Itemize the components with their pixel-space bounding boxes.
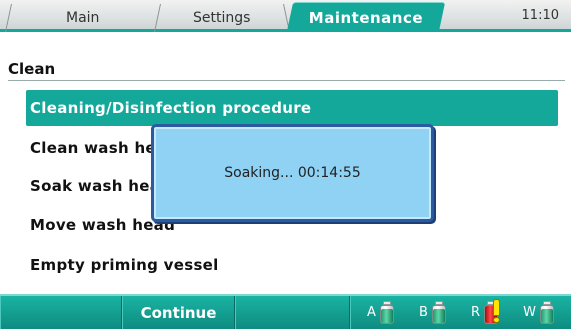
bottle-r-label: R [470,305,481,320]
bottle-w-label: W [523,305,536,320]
tab-maintenance[interactable]: Maintenance [286,2,446,32]
soaking-dialog: Soaking... 00:14:55 [151,124,434,222]
bottle-a-label: A [367,305,376,320]
tab-main-label: Main [66,10,100,26]
bottle-icon [379,300,395,325]
clock: 11:10 [521,8,559,23]
menu-item-label: Cleaning/Disinfection procedure [30,99,312,117]
bottle-status: A B R W [350,296,571,329]
bottle-icon [431,300,447,325]
tab-settings[interactable]: Settings [154,4,290,32]
dialog-message: Soaking... 00:14:55 [224,165,361,181]
tab-main[interactable]: Main [5,4,161,32]
bottle-b: B [419,300,447,325]
bottle-b-label: B [419,305,428,320]
bottle-a: A [367,300,395,325]
bottle-w: W [523,300,555,325]
tab-settings-label: Settings [192,10,251,26]
section-divider [8,80,565,81]
tab-bar: Main Settings Maintenance 11:10 [0,0,571,32]
menu-item-label: Empty priming vessel [30,256,219,274]
bottle-icon [539,300,555,325]
bottle-alert-icon [483,298,501,325]
softkey-left[interactable] [0,296,122,329]
bottom-bar: Continue A B R W [0,294,571,329]
menu-item-empty-priming-vessel[interactable]: Empty priming vessel [30,247,557,283]
menu-item-cleaning-disinfection[interactable]: Cleaning/Disinfection procedure [26,90,558,126]
tab-maintenance-label: Maintenance [308,8,424,27]
menu-item-label: Soak wash head [30,177,172,195]
continue-button[interactable]: Continue [122,296,235,329]
section-title: Clean [8,60,56,78]
warning-icon [492,298,501,323]
bottle-r: R [470,298,501,325]
softkey-right[interactable] [235,296,350,329]
